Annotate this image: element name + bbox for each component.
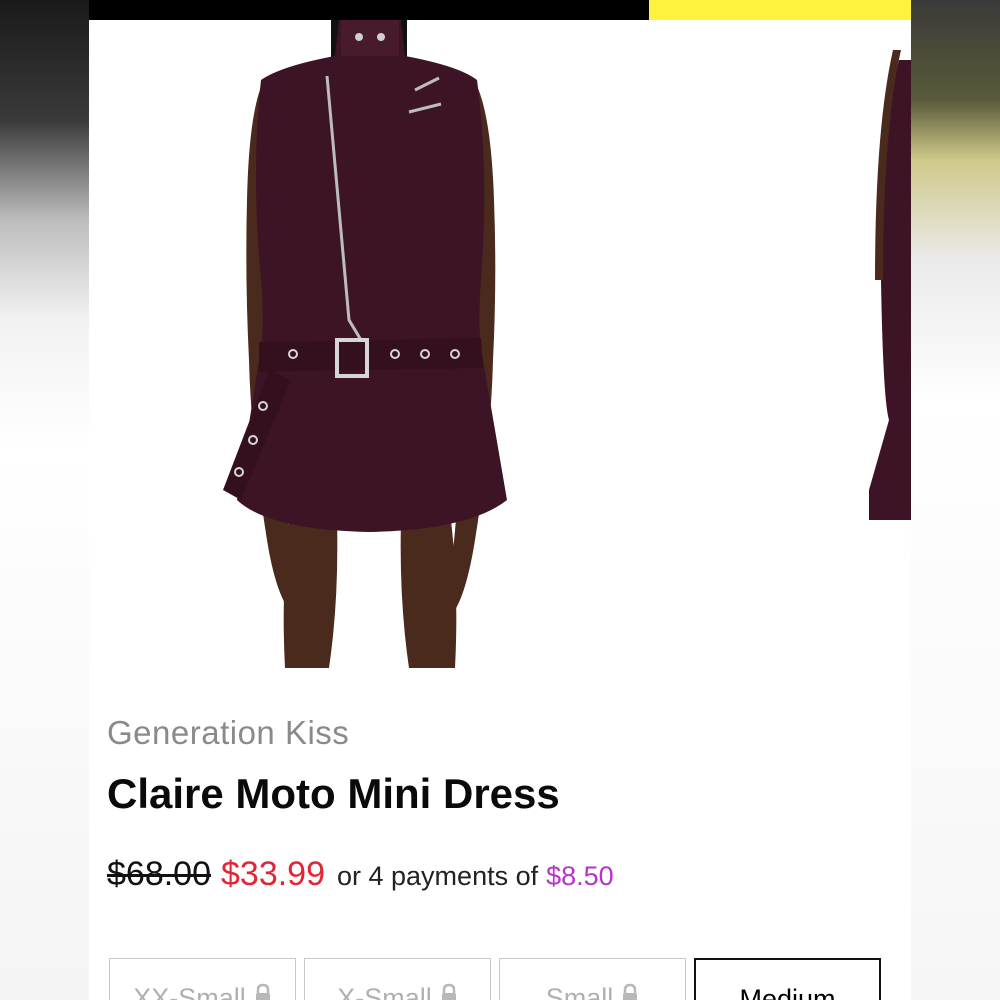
promo-bar[interactable] — [89, 0, 911, 20]
size-label: Medium — [739, 984, 836, 1000]
size-option-medium[interactable]: Medium — [694, 958, 881, 1000]
price-row: $68.00 $33.99 or 4 payments of $8.50 — [107, 855, 614, 894]
product-photo — [223, 20, 507, 668]
product-title: Claire Moto Mini Dress — [107, 770, 560, 817]
size-label: X-Small — [337, 983, 432, 1000]
promo-bar-dark — [89, 0, 649, 20]
installment-text: or 4 payments of — [337, 861, 539, 891]
lock-icon — [255, 983, 270, 1000]
right-backdrop — [911, 0, 1000, 1000]
sale-price: $33.99 — [221, 855, 325, 893]
size-label: Small — [545, 983, 614, 1000]
image-gallery[interactable] — [89, 20, 911, 668]
lock-icon — [441, 983, 456, 1000]
size-label: XX-Small — [133, 983, 246, 1000]
size-option-small[interactable]: Small — [499, 958, 686, 1000]
left-backdrop — [0, 0, 89, 1000]
lock-icon — [623, 983, 638, 1000]
original-price: $68.00 — [107, 855, 211, 893]
size-option-x-small[interactable]: X-Small — [304, 958, 491, 1000]
installment-amount[interactable]: $8.50 — [546, 861, 614, 892]
next-product-photo — [869, 50, 911, 520]
size-selector: XX-Small X-Small Small Medium — [109, 958, 881, 1000]
brand-name[interactable]: Generation Kiss — [107, 714, 349, 752]
product-page: Generation Kiss Claire Moto Mini Dress $… — [89, 0, 911, 1000]
size-option-xx-small[interactable]: XX-Small — [109, 958, 296, 1000]
promo-bar-accent — [649, 0, 911, 20]
